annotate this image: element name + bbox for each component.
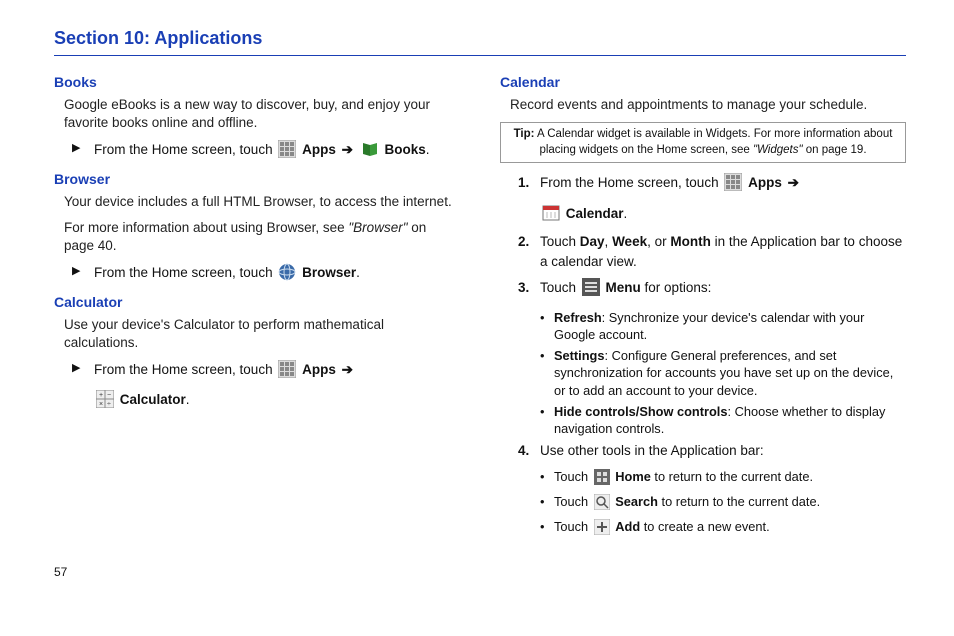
arrow-icon: ➔ — [342, 362, 353, 377]
settings-option: Settings: Configure General preferences,… — [554, 347, 906, 399]
text: From the Home screen, touch — [94, 362, 276, 377]
apps-icon — [278, 360, 296, 384]
period: . — [186, 392, 190, 407]
calculator-icon: +−× ÷ — [96, 390, 114, 414]
bullet-marker: • — [540, 468, 554, 489]
apps-label: Apps — [302, 142, 336, 157]
bullet-marker: ▶ — [72, 263, 94, 287]
calculator-step-cont: +−× ÷ Calculator. — [94, 390, 460, 414]
calendar-heading: Calendar — [500, 74, 906, 90]
menu-label: Menu — [606, 280, 641, 295]
add-tool: Touch Add to create a new event. — [554, 518, 770, 539]
calculator-heading: Calculator — [54, 294, 460, 310]
week-label: Week — [612, 234, 647, 249]
calendar-intro: Record events and appointments to manage… — [510, 96, 906, 114]
text: for options: — [641, 280, 712, 295]
text: From the Home screen, touch — [94, 142, 276, 157]
browser-more: For more information about using Browser… — [64, 219, 460, 255]
text: From the Home screen, touch — [540, 175, 722, 190]
period: . — [426, 142, 430, 157]
text: Touch — [540, 280, 580, 295]
step-number: 1. — [518, 173, 540, 197]
calendar-label: Calendar — [566, 206, 624, 221]
period: . — [356, 265, 360, 280]
search-tool: Touch Search to return to the current da… — [554, 493, 820, 514]
bullet-marker: ▶ — [72, 140, 94, 164]
text: Touch — [540, 234, 580, 249]
calendar-step-4: Use other tools in the Application bar: — [540, 441, 906, 461]
step-number: 2. — [518, 232, 540, 273]
hide-controls-option: Hide controls/Show controls: Choose whet… — [554, 403, 906, 438]
bullet-marker: • — [540, 309, 554, 344]
browser-label: Browser — [302, 265, 356, 280]
arrow-icon: ➔ — [342, 142, 353, 157]
page-number: 57 — [54, 565, 906, 579]
calculator-intro: Use your device's Calculator to perform … — [64, 316, 460, 352]
bullet-marker: • — [540, 493, 554, 514]
tip-box: Tip: A Calendar widget is available in W… — [500, 122, 906, 163]
bullet-marker: ▶ — [72, 360, 94, 384]
text: For more information about using Browser… — [64, 220, 348, 235]
calendar-step-3: Touch Menu for options: — [540, 278, 906, 302]
menu-icon — [582, 278, 600, 302]
svg-text:+: + — [99, 392, 103, 399]
apps-label: Apps — [302, 362, 336, 377]
left-column: Books Google eBooks is a new way to disc… — [54, 70, 460, 543]
arrow-icon: ➔ — [788, 175, 799, 190]
apps-icon — [278, 140, 296, 164]
calculator-step: From the Home screen, touch Apps ➔ — [94, 360, 460, 384]
apps-icon — [724, 173, 742, 197]
calendar-step-1-cont: Calendar. — [540, 204, 906, 228]
text: From the Home screen, touch — [94, 265, 276, 280]
svg-text:−: − — [107, 392, 111, 399]
add-icon — [594, 519, 610, 539]
books-label: Books — [384, 142, 425, 157]
right-column: Calendar Record events and appointments … — [500, 70, 906, 543]
calculator-label: Calculator — [120, 392, 186, 407]
books-heading: Books — [54, 74, 460, 90]
browser-heading: Browser — [54, 171, 460, 187]
svg-text:×: × — [99, 401, 103, 408]
tip-label: Tip: — [514, 128, 535, 140]
step-number: 4. — [518, 441, 540, 461]
browser-icon — [278, 263, 296, 287]
bullet-marker: • — [540, 403, 554, 438]
calendar-step-1: From the Home screen, touch Apps ➔ — [540, 173, 906, 197]
home-tool: Touch Home to return to the current date… — [554, 468, 813, 489]
bullet-marker: • — [540, 347, 554, 399]
books-step: From the Home screen, touch Apps ➔ Books… — [94, 140, 460, 164]
svg-text:÷: ÷ — [107, 401, 111, 408]
books-icon — [361, 140, 379, 164]
widgets-xref[interactable]: "Widgets" — [753, 144, 803, 156]
refresh-option: Refresh: Synchronize your device's calen… — [554, 309, 906, 344]
month-label: Month — [670, 234, 710, 249]
day-label: Day — [580, 234, 605, 249]
bullet-marker: • — [540, 518, 554, 539]
period: . — [624, 206, 628, 221]
books-intro: Google eBooks is a new way to discover, … — [64, 96, 460, 132]
browser-intro: Your device includes a full HTML Browser… — [64, 193, 460, 211]
calendar-step-2: Touch Day, Week, or Month in the Applica… — [540, 232, 906, 273]
step-number: 3. — [518, 278, 540, 302]
calendar-icon — [542, 204, 560, 228]
browser-xref[interactable]: "Browser" — [348, 220, 407, 235]
section-title: Section 10: Applications — [54, 28, 906, 56]
search-icon — [594, 494, 610, 514]
tip-text-post: on page 19. — [803, 144, 867, 156]
apps-label: Apps — [748, 175, 782, 190]
home-icon — [594, 469, 610, 489]
browser-step: From the Home screen, touch Browser. — [94, 263, 460, 287]
